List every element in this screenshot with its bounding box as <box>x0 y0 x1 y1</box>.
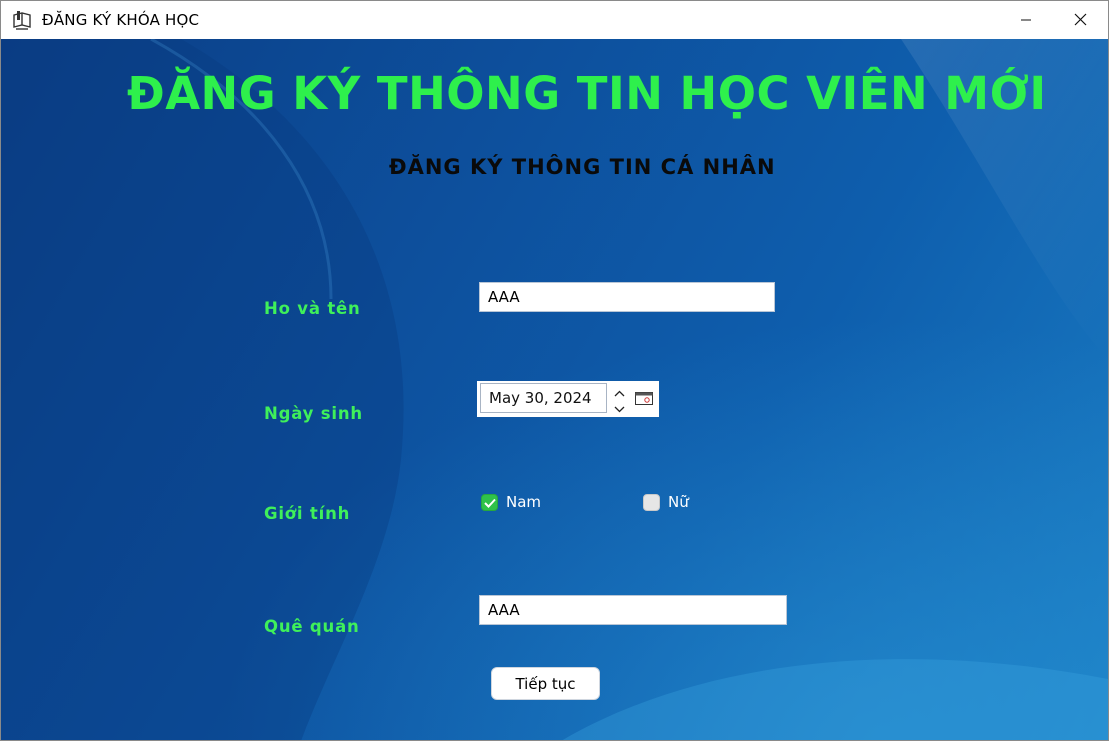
birth-date-label: Ngày sinh <box>264 404 363 423</box>
gender-female-label[interactable]: Nữ <box>668 493 689 511</box>
gender-female-checkbox[interactable] <box>643 494 660 511</box>
app-window: ĐĂNG KÝ KHÓA HỌC ĐĂNG KÝ THÔNG TIN HỌC V… <box>0 0 1109 741</box>
section-title: ĐĂNG KÝ THÔNG TIN CÁ NHÂN <box>389 155 776 179</box>
birth-date-picker: May 30, 2024 <box>477 381 659 417</box>
gender-label: Giới tính <box>264 504 351 523</box>
title-bar: ĐĂNG KÝ KHÓA HỌC <box>1 1 1108 39</box>
minimize-button[interactable] <box>1003 1 1049 39</box>
close-icon <box>1074 11 1087 30</box>
spin-down-button[interactable] <box>610 399 628 415</box>
continue-button[interactable]: Tiếp tục <box>491 667 600 700</box>
hometown-input[interactable]: AAA <box>479 595 787 625</box>
window-title: ĐĂNG KÝ KHÓA HỌC <box>42 11 200 29</box>
full-name-input[interactable]: AAA <box>479 282 775 312</box>
hometown-label: Quê quán <box>264 617 360 636</box>
form-panel: ĐĂNG KÝ THÔNG TIN HỌC VIÊN MỚI ĐĂNG KÝ T… <box>1 39 1108 740</box>
gender-male-label[interactable]: Nam <box>506 493 541 511</box>
minimize-icon <box>1020 11 1032 30</box>
book-icon <box>12 10 32 30</box>
birth-date-input[interactable]: May 30, 2024 <box>480 383 607 413</box>
gender-male-checkbox[interactable] <box>481 494 498 511</box>
chevron-down-icon <box>614 398 625 417</box>
calendar-icon <box>635 390 653 409</box>
calendar-button[interactable] <box>633 389 655 409</box>
close-button[interactable] <box>1057 1 1103 39</box>
full-name-label: Ho và tên <box>264 299 361 318</box>
checkmark-icon <box>483 493 496 512</box>
main-title: ĐĂNG KÝ THÔNG TIN HỌC VIÊN MỚI <box>127 67 1047 120</box>
